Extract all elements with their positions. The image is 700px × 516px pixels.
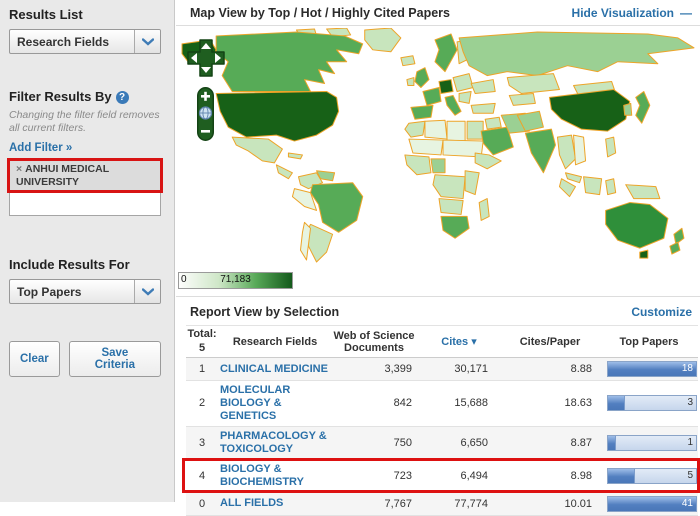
row-cites: 6,494 <box>418 470 500 482</box>
research-field-link[interactable]: CLINICAL MEDICINE <box>220 363 328 376</box>
filter-listbox[interactable]: ×ANHUI MEDICAL UNIVERSITY <box>9 160 161 216</box>
top-papers-value: 5 <box>687 469 693 483</box>
results-list-dropdown[interactable]: Research Fields <box>9 29 161 54</box>
pan-control[interactable] <box>187 39 225 77</box>
research-field-link[interactable]: BIOLOGY & BIOCHEMISTRY <box>220 463 330 489</box>
legend-max-value: 71,183 <box>179 274 292 285</box>
remove-filter-icon[interactable]: × <box>16 163 22 175</box>
row-rank: 4 <box>186 470 218 482</box>
row-rank: 2 <box>186 397 218 409</box>
choropleth-map[interactable] <box>176 28 700 266</box>
top-papers-bar: 41 <box>607 496 697 512</box>
table-row: 2 MOLECULAR BIOLOGY & GENETICS 842 15,68… <box>186 381 698 427</box>
row-rank: 1 <box>186 363 218 375</box>
report-table: Total:5 Research Fields Web of Science D… <box>186 325 698 516</box>
filter-results-heading: Filter Results By? <box>9 89 161 104</box>
row-cites: 15,688 <box>418 397 500 409</box>
top-papers-bar: 18 <box>607 361 697 377</box>
research-field-link[interactable]: PHARMACOLOGY & TOXICOLOGY <box>220 430 330 456</box>
add-filter-link[interactable]: Add Filter » <box>9 142 72 154</box>
row-documents: 842 <box>330 397 418 409</box>
row-cites: 6,650 <box>418 437 500 449</box>
top-papers-bar-fill <box>608 436 616 450</box>
map-navigation-controls[interactable] <box>187 39 227 146</box>
report-table-body: 1 CLINICAL MEDICINE 3,399 30,171 8.88 18… <box>186 358 698 516</box>
top-papers-value: 18 <box>682 362 693 376</box>
results-list-heading: Results List <box>9 7 161 22</box>
top-papers-bar: 5 <box>607 468 697 484</box>
main-panel: Map View by Top / Hot / Highly Cited Pap… <box>176 0 700 502</box>
top-papers-value: 3 <box>687 396 693 410</box>
chevron-down-icon[interactable] <box>134 280 160 303</box>
filter-item-anhui-medical-university[interactable]: ×ANHUI MEDICAL UNIVERSITY <box>10 161 160 192</box>
column-header-research-fields[interactable]: Research Fields <box>218 336 330 348</box>
hide-visualization-link[interactable]: Hide Visualization— <box>572 6 692 20</box>
row-cites-per-paper: 18.63 <box>500 397 600 409</box>
filter-note: Changing the filter field removes all cu… <box>9 109 161 135</box>
include-results-heading: Include Results For <box>9 257 161 272</box>
row-cites-per-paper: 8.87 <box>500 437 600 449</box>
map-view-title: Map View by Top / Hot / Highly Cited Pap… <box>190 6 450 20</box>
top-papers-bar: 1 <box>607 435 697 451</box>
zoom-control[interactable] <box>197 87 214 141</box>
clear-button[interactable]: Clear <box>9 341 60 377</box>
column-header-cites[interactable]: Cites ▾ <box>418 335 500 348</box>
sort-descending-icon[interactable]: ▾ <box>471 336 477 348</box>
table-row: 1 CLINICAL MEDICINE 3,399 30,171 8.88 18 <box>186 358 698 381</box>
research-field-link[interactable]: ALL FIELDS <box>220 497 283 510</box>
collapse-dash-icon[interactable]: — <box>680 6 692 20</box>
row-documents: 3,399 <box>330 363 418 375</box>
filter-item-label: ANHUI MEDICAL UNIVERSITY <box>16 163 109 188</box>
include-results-dropdown[interactable]: Top Papers <box>9 279 161 304</box>
row-cites-per-paper: 10.01 <box>500 498 600 510</box>
zoom-out-icon <box>201 130 210 133</box>
table-row: 0 ALL FIELDS 7,767 77,774 10.01 41 <box>186 493 698 516</box>
customize-link[interactable]: Customize <box>631 305 692 319</box>
research-field-link[interactable]: MOLECULAR BIOLOGY & GENETICS <box>220 384 330 423</box>
row-cites-per-paper: 8.98 <box>500 470 600 482</box>
top-papers-bar-fill <box>608 396 625 410</box>
row-documents: 723 <box>330 470 418 482</box>
total-count: Total:5 <box>186 328 218 356</box>
sidebar: Results List Research Fields Filter Resu… <box>0 0 175 502</box>
column-header-wos-documents[interactable]: Web of Science Documents <box>330 330 418 354</box>
world-map[interactable] <box>176 26 700 269</box>
report-view-title: Report View by Selection <box>190 305 339 319</box>
row-cites-per-paper: 8.88 <box>500 363 600 375</box>
table-row: 4 BIOLOGY & BIOCHEMISTRY 723 6,494 8.98 … <box>186 460 698 493</box>
top-papers-value: 1 <box>687 436 693 450</box>
help-icon[interactable]: ? <box>116 91 129 104</box>
include-results-selected: Top Papers <box>10 285 134 299</box>
row-rank: 0 <box>186 498 218 510</box>
column-header-top-papers[interactable]: Top Papers <box>600 336 698 348</box>
top-papers-bar-fill <box>608 469 635 483</box>
chevron-down-icon[interactable] <box>134 30 160 53</box>
row-documents: 7,767 <box>330 498 418 510</box>
save-criteria-button[interactable]: Save Criteria <box>69 341 161 377</box>
results-list-selected: Research Fields <box>10 35 134 49</box>
top-papers-value: 41 <box>682 497 693 511</box>
row-cites: 77,774 <box>418 498 500 510</box>
row-rank: 3 <box>186 437 218 449</box>
table-row: 3 PHARMACOLOGY & TOXICOLOGY 750 6,650 8.… <box>186 427 698 460</box>
table-header-row: Total:5 Research Fields Web of Science D… <box>186 325 698 358</box>
column-header-cites-per-paper[interactable]: Cites/Paper <box>500 336 600 348</box>
row-cites: 30,171 <box>418 363 500 375</box>
row-documents: 750 <box>330 437 418 449</box>
top-papers-bar: 3 <box>607 395 697 411</box>
map-color-legend: 0 71,183 <box>178 272 293 289</box>
